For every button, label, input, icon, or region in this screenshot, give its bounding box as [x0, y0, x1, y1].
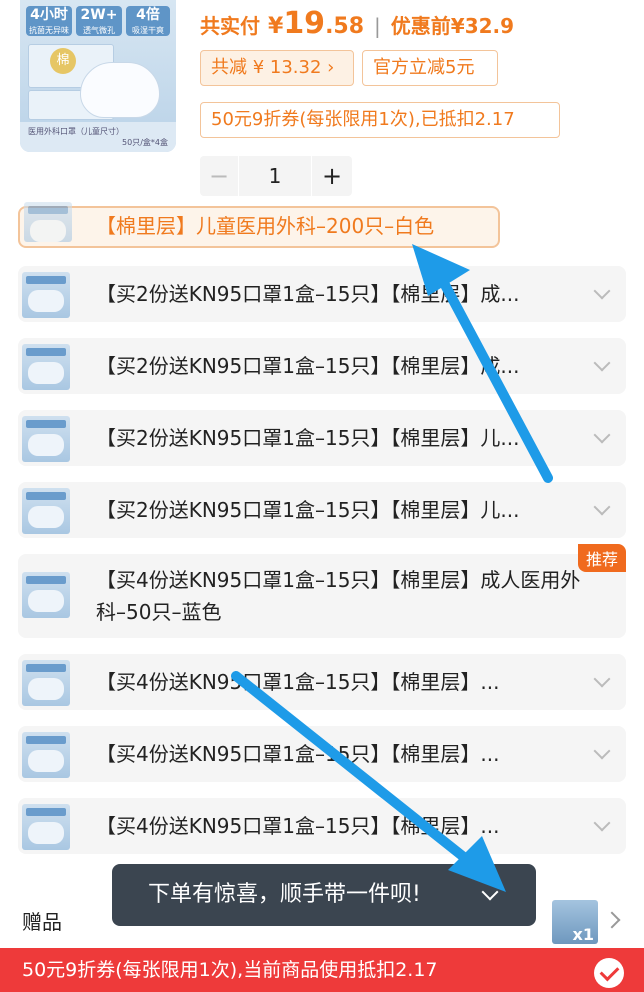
sku-option[interactable]: 【买4份送KN95口罩1盒–15只】【棉里层】... [18, 726, 626, 782]
currency-symbol: ¥ [268, 14, 284, 39]
mask-image [80, 62, 160, 118]
sku-thumbnail [22, 732, 70, 778]
sku-option[interactable]: 【买2份送KN95口罩1盒–15只】【棉里层】儿... [18, 410, 626, 466]
original-price-label: 优惠前 [390, 14, 451, 38]
sku-thumbnail [22, 488, 70, 534]
price-integer: 19 [283, 6, 326, 41]
sku-thumbnail [22, 344, 70, 390]
sku-option-label: 【棉里层】儿童医用外科–200只–白色 [96, 214, 435, 238]
gift-count: x1 [572, 925, 594, 944]
chevron-down-icon[interactable] [593, 814, 611, 832]
promo-toast[interactable]: 下单有惊喜，顺手带一件呗! [112, 864, 536, 926]
check-icon[interactable] [594, 958, 624, 988]
thumb-footer: 医用外科口罩（儿童尺寸） 50只/盒*4盒 [20, 122, 176, 152]
coupon-tag: 50元9折券(每张限用1次),已抵扣2.17 [200, 102, 560, 138]
sku-option-label: 【买2份送KN95口罩1盒–15只】【棉里层】成... [96, 354, 520, 378]
price-decimal: .58 [325, 14, 365, 39]
sku-option-label: 【买2份送KN95口罩1盒–15只】【棉里层】儿... [96, 498, 520, 522]
sku-option[interactable]: 【买2份送KN95口罩1盒–15只】【棉里层】儿... [18, 482, 626, 538]
sku-thumbnail [22, 416, 70, 462]
sku-option[interactable]: 【买2份送KN95口罩1盒–15只】【棉里层】成... [18, 338, 626, 394]
sku-option-label: 【买4份送KN95口罩1盒–15只】【棉里层】... [96, 814, 500, 838]
pay-label: 共实付 [200, 14, 260, 38]
sku-option[interactable]: 【买2份送KN95口罩1盒–15只】【棉里层】成... [18, 266, 626, 322]
sku-option-label: 【买2份送KN95口罩1盒–15只】【棉里层】成... [96, 282, 520, 306]
quantity-stepper: − 1 + [200, 156, 352, 196]
chevron-down-icon[interactable] [593, 498, 611, 516]
sku-thumbnail [24, 202, 72, 242]
original-price: ¥32.9 [450, 14, 515, 38]
sku-thumbnail [22, 804, 70, 850]
gift-label: 赠品 [22, 910, 62, 934]
cotton-badge: 棉 [50, 48, 76, 74]
quantity-value[interactable]: 1 [238, 156, 312, 196]
official-discount-tag: 官方立减5元 [362, 50, 498, 86]
coupon-bar-text: 50元9折券(每张限用1次),当前商品使用抵扣2.17 [22, 959, 438, 981]
decrease-button[interactable]: − [200, 162, 238, 190]
coupon-bar[interactable]: 50元9折券(每张限用1次),当前商品使用抵扣2.17 [0, 948, 644, 992]
product-thumbnail[interactable]: 4小时 抗菌无异味 2W+ 透气微孔 4倍 吸湿干爽 棉 医用外科口罩（儿童尺寸） 5… [20, 0, 176, 152]
chevron-down-icon[interactable] [593, 426, 611, 444]
chevron-down-icon[interactable] [593, 282, 611, 300]
sku-option[interactable]: 【买4份送KN95口罩1盒–15只】【棉里层】... [18, 654, 626, 710]
sku-option-label: 【买4份送KN95口罩1盒–15只】【棉里层】... [96, 670, 500, 694]
sku-option-label: 【买4份送KN95口罩1盒–15只】【棉里层】成人医用外科–50只–蓝色 [96, 568, 581, 624]
recommend-badge: 推荐 [577, 544, 626, 572]
price-line: 共实付 ¥ 19 .58 | 优惠前 ¥32.9 [200, 6, 514, 42]
chevron-down-icon[interactable] [593, 742, 611, 760]
thumb-chip: 4倍 吸湿干爽 [126, 6, 170, 36]
total-discount-tag[interactable]: 共减 ¥ 13.32 › [200, 50, 354, 86]
gift-thumbnail[interactable]: x1 [552, 900, 598, 944]
toast-text: 下单有惊喜，顺手带一件呗! [148, 882, 421, 907]
sku-option[interactable]: 【买4份送KN95口罩1盒–15只】【棉里层】... [18, 798, 626, 854]
increase-button[interactable]: + [312, 162, 352, 190]
chevron-down-icon[interactable] [593, 354, 611, 372]
sku-thumbnail [22, 572, 70, 618]
chevron-down-icon[interactable] [593, 670, 611, 688]
sku-thumbnail [22, 272, 70, 318]
thumb-chip: 4小时 抗菌无异味 [26, 6, 72, 36]
sku-option-label: 【买4份送KN95口罩1盒–15只】【棉里层】... [96, 742, 500, 766]
sku-option[interactable]: 【买4份送KN95口罩1盒–15只】【棉里层】成人医用外科–50只–蓝色 推荐 [18, 544, 626, 638]
chevron-down-icon[interactable] [481, 883, 499, 901]
sku-option-selected[interactable]: 【棉里层】儿童医用外科–200只–白色 [18, 202, 500, 248]
divider: | [374, 14, 381, 38]
sku-thumbnail [22, 660, 70, 706]
sku-option-label: 【买2份送KN95口罩1盒–15只】【棉里层】儿... [96, 426, 520, 450]
thumb-chip: 2W+ 透气微孔 [76, 6, 122, 36]
chevron-right-icon[interactable] [603, 911, 621, 929]
